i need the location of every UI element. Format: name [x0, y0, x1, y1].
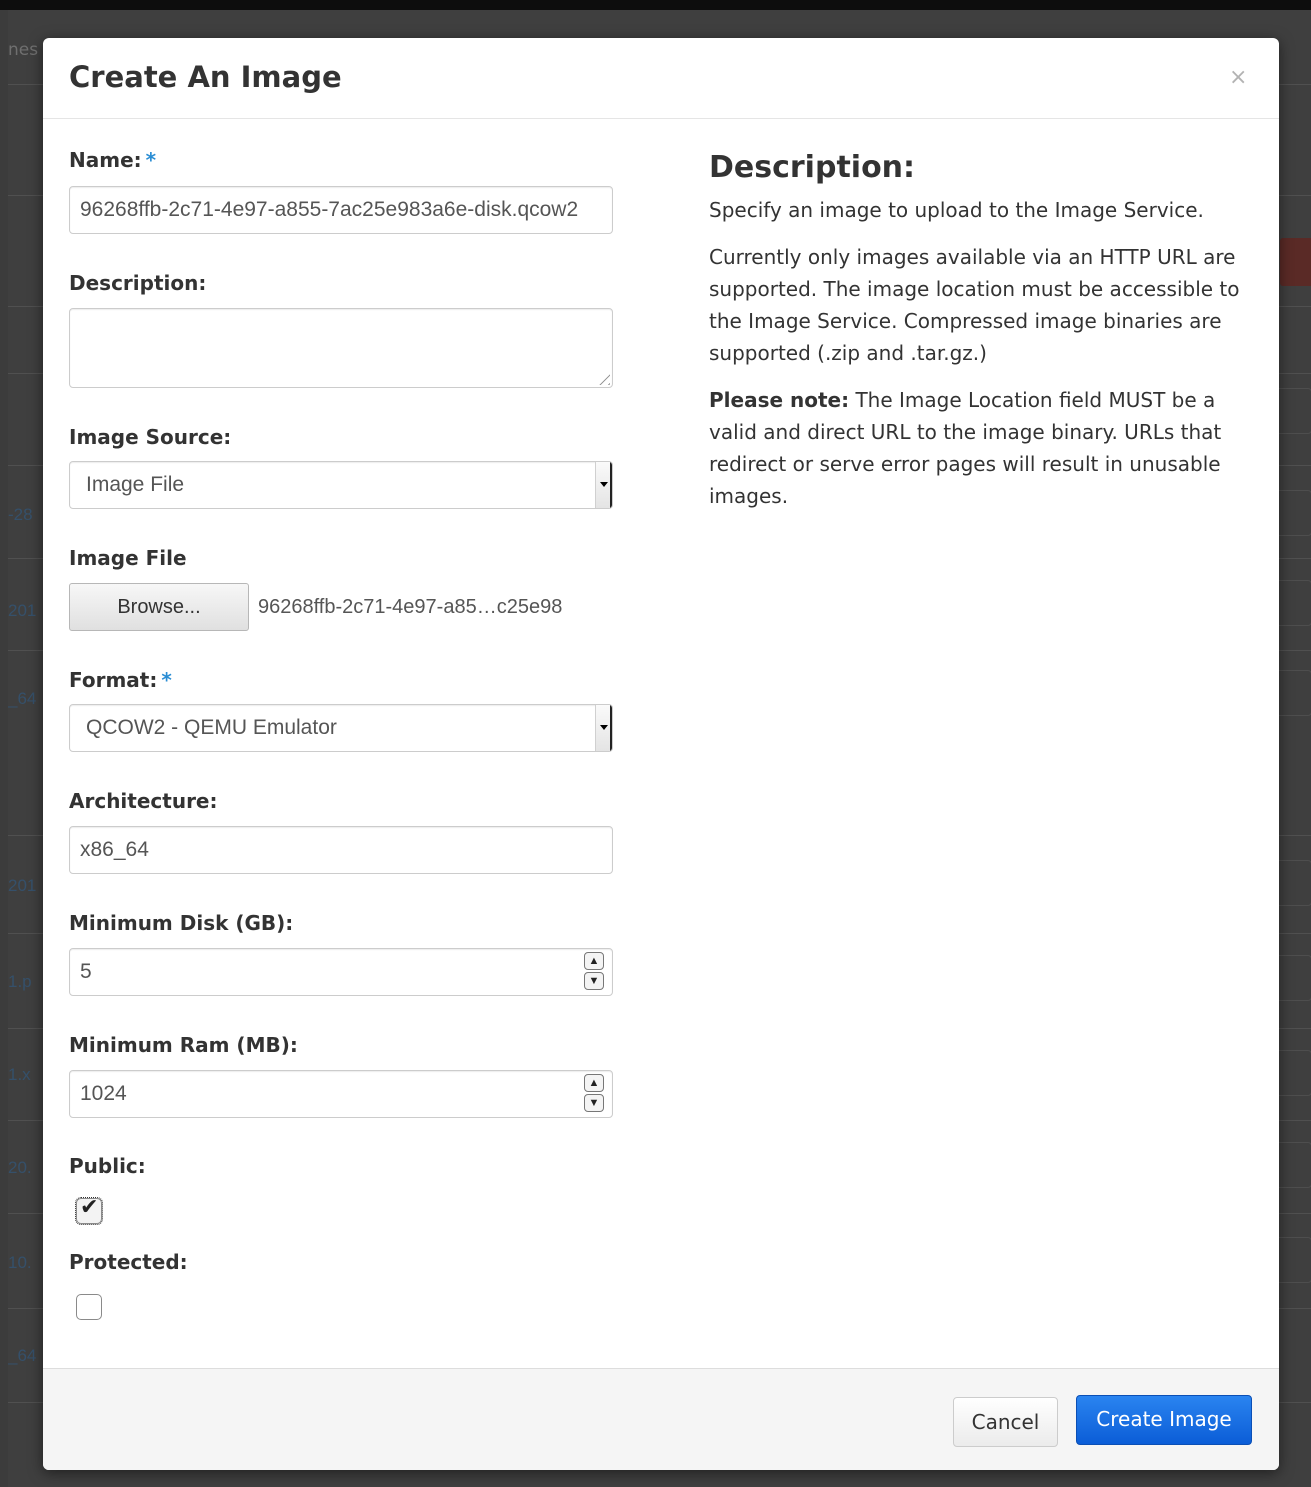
- help-note: Please note: The Image Location field MU…: [709, 384, 1259, 512]
- spinner-down-icon[interactable]: ▼: [584, 972, 604, 990]
- protected-checkbox[interactable]: [76, 1294, 102, 1320]
- cancel-button[interactable]: Cancel: [953, 1397, 1058, 1447]
- image-file-label: Image File: [69, 546, 187, 570]
- image-source-value: Image File: [86, 473, 185, 496]
- help-heading: Description:: [709, 150, 916, 185]
- close-button[interactable]: ×: [1229, 65, 1247, 90]
- background-row-link: 20.: [8, 1158, 32, 1177]
- name-label: Name: *: [69, 148, 156, 172]
- dropdown-arrow-icon[interactable]: [595, 462, 612, 508]
- help-paragraph-2: Currently only images available via an H…: [709, 245, 1240, 365]
- modal-footer: Cancel Create Image: [43, 1368, 1279, 1470]
- help-paragraph-1: Specify an image to upload to the Image …: [709, 198, 1204, 222]
- name-input-value: 96268ffb-2c71-4e97-a855-7ac25e983a6e-dis…: [80, 198, 579, 221]
- selected-file-name: 96268ffb-2c71-4e97-a85…c25e98: [258, 596, 563, 618]
- modal-title: Create An Image: [69, 60, 342, 94]
- number-spinner: ▲ ▼: [584, 952, 606, 992]
- min-ram-input[interactable]: 1024 ▲ ▼: [69, 1070, 613, 1118]
- image-source-select[interactable]: Image File: [69, 461, 613, 509]
- resize-grip-icon[interactable]: [594, 369, 610, 385]
- background-row-link: _64: [8, 689, 37, 708]
- min-ram-value: 1024: [80, 1082, 127, 1105]
- architecture-input[interactable]: x86_64: [69, 826, 613, 874]
- background-header-text: nes: [8, 40, 39, 60]
- create-image-modal: Create An Image × Name: * 96268ffb-2c71-4…: [43, 38, 1279, 1470]
- image-source-label: Image Source:: [69, 425, 232, 449]
- background-delete-button: [1280, 238, 1311, 286]
- format-value: QCOW2 - QEMU Emulator: [86, 716, 337, 739]
- spinner-up-icon[interactable]: ▲: [584, 1074, 604, 1092]
- background-row-link: 201: [8, 876, 37, 895]
- required-asterisk: *: [145, 148, 157, 172]
- protected-label: Protected:: [69, 1250, 188, 1274]
- dropdown-arrow-icon[interactable]: [595, 705, 612, 751]
- min-ram-label: Minimum Ram (MB):: [69, 1033, 298, 1057]
- description-label: Description:: [69, 271, 207, 295]
- min-disk-value: 5: [80, 960, 92, 983]
- background-row-link: 10.: [8, 1253, 32, 1272]
- checkmark-icon: ✔: [80, 1195, 99, 1220]
- format-label-text: Format:: [69, 668, 158, 692]
- format-select[interactable]: QCOW2 - QEMU Emulator: [69, 704, 613, 752]
- format-label: Format: *: [69, 668, 172, 692]
- name-label-text: Name:: [69, 148, 142, 172]
- required-asterisk: *: [161, 668, 172, 692]
- min-disk-input[interactable]: 5 ▲ ▼: [69, 948, 613, 996]
- background-row-link: 1.x: [8, 1065, 31, 1084]
- public-checkbox[interactable]: ✔: [75, 1195, 103, 1225]
- min-disk-label: Minimum Disk (GB):: [69, 911, 294, 935]
- spinner-down-icon[interactable]: ▼: [584, 1094, 604, 1112]
- create-image-button[interactable]: Create Image: [1076, 1395, 1252, 1445]
- architecture-label: Architecture:: [69, 789, 218, 813]
- number-spinner: ▲ ▼: [584, 1074, 606, 1114]
- description-textarea[interactable]: [69, 308, 613, 388]
- top-bar: [0, 0, 1311, 10]
- background-row-link: -28: [8, 505, 33, 524]
- help-note-label: Please note:: [709, 388, 850, 412]
- background-row-link: _64: [8, 1346, 37, 1365]
- background-row-link: 201: [8, 601, 37, 620]
- name-input[interactable]: 96268ffb-2c71-4e97-a855-7ac25e983a6e-dis…: [69, 186, 613, 234]
- public-label: Public:: [69, 1154, 146, 1178]
- background-row-link: 1.p: [8, 972, 32, 991]
- modal-header: Create An Image ×: [43, 38, 1279, 119]
- browse-button[interactable]: Browse...: [69, 583, 249, 631]
- spinner-up-icon[interactable]: ▲: [584, 952, 604, 970]
- architecture-value: x86_64: [80, 838, 149, 861]
